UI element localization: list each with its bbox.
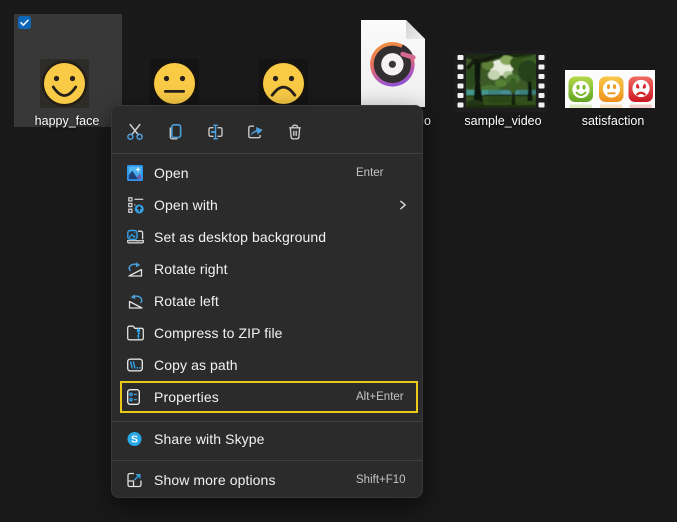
svg-text:S: S <box>131 434 138 446</box>
